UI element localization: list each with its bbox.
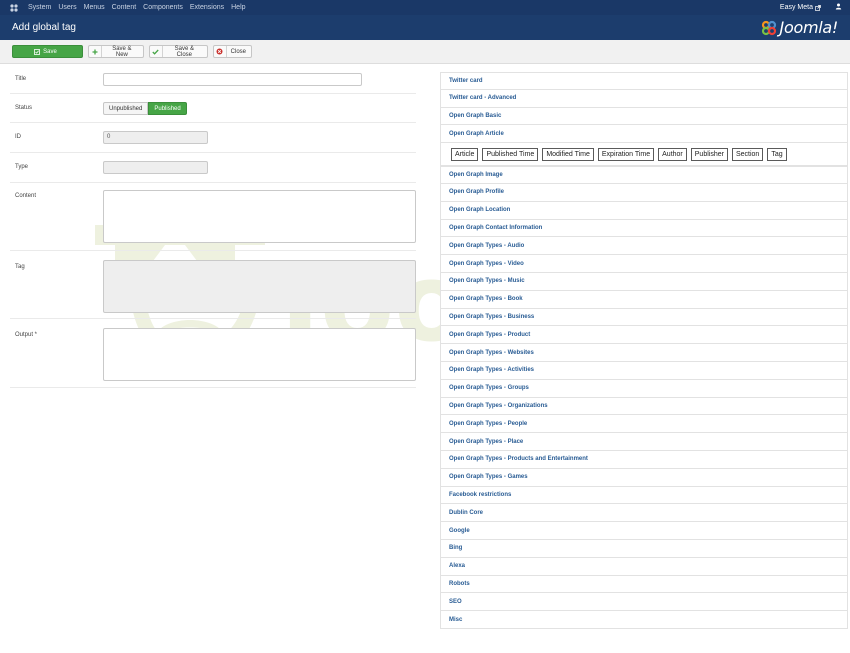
accordion-panel[interactable]: Robots	[440, 575, 848, 594]
og-tag-button[interactable]: Tag	[767, 147, 787, 161]
accordion-panel[interactable]: Open Graph Types - Music	[440, 272, 848, 291]
save-label: Save	[43, 48, 57, 55]
status-label: Status	[15, 105, 33, 111]
status-published-option[interactable]: Published	[148, 102, 187, 115]
page-title: Add global tag	[12, 22, 76, 33]
id-row: ID 0	[10, 123, 416, 153]
accordion-panel[interactable]: Misc	[440, 611, 848, 629]
nav-components[interactable]: Components	[143, 4, 183, 11]
joomla-brand: Joomla!	[761, 18, 838, 37]
content-label: Content	[15, 193, 37, 199]
accordion-panel[interactable]: Google	[440, 522, 848, 540]
top-navbar: System Users Menus Content Components Ex…	[0, 0, 850, 15]
nav-extensions[interactable]: Extensions	[190, 4, 224, 11]
type-input	[103, 161, 208, 174]
save-close-label: Save & Close	[174, 45, 194, 58]
accordion-panel[interactable]: Open Graph Types - Products and Entertai…	[440, 450, 848, 469]
meta-accordion: Twitter card Twitter card - Advanced Ope…	[440, 72, 848, 629]
output-row: Output *	[10, 319, 416, 388]
og-expiration-time-button[interactable]: Expiration Time	[597, 147, 655, 161]
save-new-button[interactable]: Save & New	[88, 45, 144, 58]
title-row: Title	[10, 68, 416, 94]
nav-system[interactable]: System	[28, 4, 51, 11]
accordion-panel[interactable]: Open Graph Profile	[440, 183, 848, 202]
accordion-panel[interactable]: Open Graph Types - Audio	[440, 237, 848, 256]
accordion-panel[interactable]: Open Graph Types - Book	[440, 290, 848, 309]
og-article-tag-button[interactable]: Article	[451, 147, 479, 161]
tag-row: Tag	[10, 251, 416, 319]
nav-content[interactable]: Content	[112, 4, 137, 11]
accordion-panel[interactable]: Open Graph Types - Place	[440, 433, 848, 451]
og-publisher-button[interactable]: Publisher	[690, 147, 728, 161]
joomla-logo-icon	[761, 20, 776, 35]
site-name: Easy Meta	[779, 4, 813, 11]
accordion-panel[interactable]: Open Graph Contact Information	[440, 219, 848, 238]
accordion-panel[interactable]: Open Graph Types - Video	[440, 255, 848, 273]
user-menu-icon[interactable]	[835, 3, 842, 12]
accordion-panel[interactable]: Alexa	[440, 557, 848, 576]
accordion-panel[interactable]: Open Graph Location	[440, 201, 848, 220]
tag-textarea	[103, 260, 416, 313]
og-published-time-button[interactable]: Published Time	[482, 147, 539, 161]
accordion-og-article[interactable]: Open Graph Article	[440, 125, 848, 144]
og-section-button[interactable]: Section	[731, 147, 764, 161]
check-icon	[150, 46, 163, 57]
accordion-panel[interactable]: Open Graph Types - Activities	[440, 361, 848, 380]
joomla-wordmark: Joomla!	[779, 18, 839, 37]
accordion-panel[interactable]: Facebook restrictions	[440, 486, 848, 505]
status-row: Status Unpublished Published	[10, 94, 416, 123]
accordion-panel[interactable]: Open Graph Types - People	[440, 415, 848, 434]
title-label: Title	[15, 76, 27, 82]
title-input[interactable]	[103, 73, 362, 86]
accordion-panel[interactable]: Open Graph Types - Business	[440, 308, 848, 327]
toolbar: Save Save & New Save & Close Close	[0, 40, 850, 64]
type-label: Type	[15, 164, 29, 170]
cancel-icon	[214, 46, 227, 57]
save-icon	[33, 46, 41, 57]
close-button[interactable]: Close	[213, 45, 252, 58]
close-label: Close	[230, 48, 246, 55]
status-unpublished-option[interactable]: Unpublished	[103, 102, 149, 115]
id-input: 0	[103, 131, 208, 144]
save-close-button[interactable]: Save & Close	[149, 45, 208, 58]
accordion-panel[interactable]: Open Graph Types - Organizations	[440, 397, 848, 416]
site-link[interactable]: Easy Meta	[780, 4, 821, 11]
save-new-label: Save & New	[112, 45, 132, 58]
tag-form: Title Status Unpublished Published ID 0 …	[10, 68, 416, 388]
og-article-body: Article Published Time Modified Time Exp…	[440, 143, 848, 167]
accordion-panel[interactable]: Dublin Core	[440, 504, 848, 523]
nav-menus[interactable]: Menus	[84, 4, 105, 11]
accordion-panel[interactable]: Open Graph Image	[440, 166, 848, 184]
nav-users[interactable]: Users	[58, 4, 76, 11]
page-header: Add global tag Joomla!	[0, 15, 850, 40]
accordion-twitter-card-advanced[interactable]: Twitter card - Advanced	[440, 89, 848, 108]
accordion-og-basic[interactable]: Open Graph Basic	[440, 107, 848, 126]
joomla-menu-icon[interactable]	[8, 2, 20, 14]
og-modified-time-button[interactable]: Modified Time	[542, 147, 594, 161]
og-author-button[interactable]: Author	[658, 147, 687, 161]
id-label: ID	[15, 134, 21, 140]
external-link-icon	[815, 4, 821, 11]
content-row: Content	[10, 183, 416, 251]
accordion-remaining-panels: Open Graph Image Open Graph Profile Open G…	[440, 166, 848, 629]
tag-label: Tag	[15, 264, 25, 270]
accordion-panel[interactable]: Open Graph Types - Groups	[440, 379, 848, 398]
content-textarea[interactable]	[103, 190, 416, 243]
output-textarea[interactable]	[103, 328, 416, 381]
output-label: Output *	[15, 332, 38, 338]
accordion-panel[interactable]: Open Graph Types - Games	[440, 468, 848, 487]
type-row: Type	[10, 153, 416, 183]
save-button[interactable]: Save	[12, 45, 83, 58]
accordion-panel[interactable]: Open Graph Types - Websites	[440, 344, 848, 362]
accordion-panel[interactable]: Bing	[440, 539, 848, 558]
plus-icon	[89, 46, 102, 57]
accordion-twitter-card[interactable]: Twitter card	[440, 72, 848, 90]
status-toggle: Unpublished Published	[103, 102, 187, 115]
nav-help[interactable]: Help	[231, 4, 245, 11]
accordion-panel[interactable]: SEO	[440, 593, 848, 612]
accordion-panel[interactable]: Open Graph Types - Product	[440, 326, 848, 345]
